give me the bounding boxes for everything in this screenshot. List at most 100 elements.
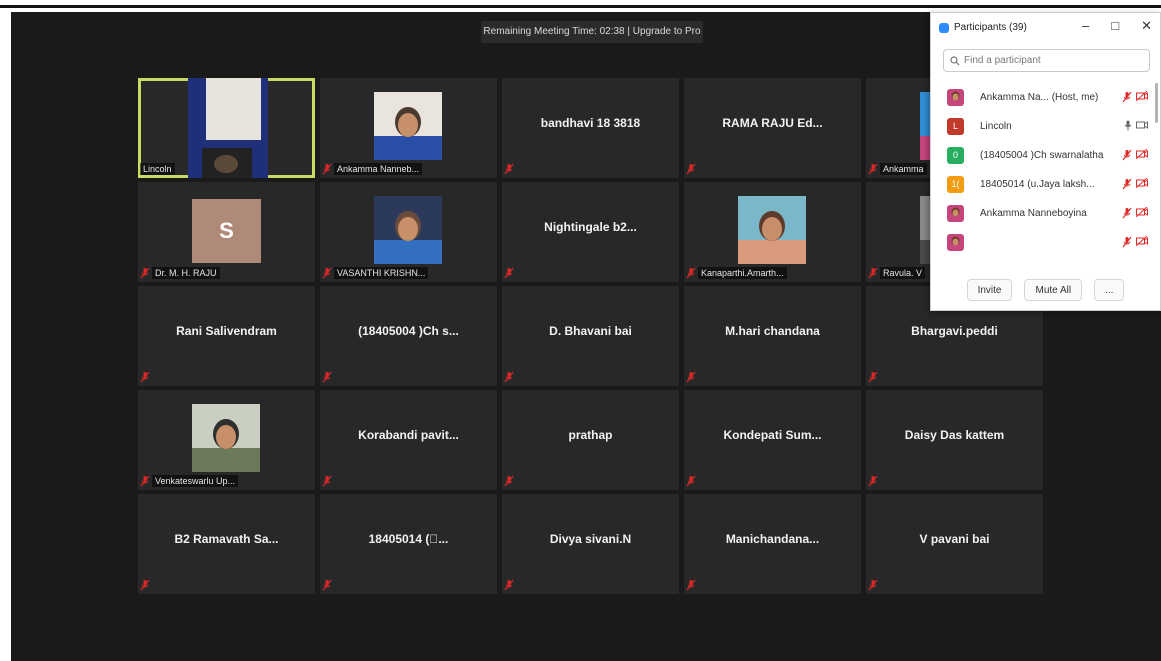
- participant-row[interactable]: L Lincoln: [931, 112, 1160, 141]
- participant-tile[interactable]: V pavani bai: [866, 494, 1043, 594]
- window-controls: – □ ✕: [1082, 18, 1152, 34]
- participant-display-name: Bhargavi.peddi: [911, 324, 998, 338]
- invite-button[interactable]: Invite: [966, 279, 1013, 301]
- participant-row[interactable]: 0 (18405004 )Ch swarnalatha: [931, 141, 1160, 170]
- participant-status-icons: [1122, 236, 1148, 248]
- tile-footer: [322, 579, 332, 591]
- video-grid: Lincoln Ankamma Nanneb... bandhavi 18 3818…: [138, 78, 1043, 598]
- zoom-logo-icon: [939, 22, 949, 33]
- participant-row[interactable]: [931, 228, 1160, 257]
- participant-tile[interactable]: Lincoln: [138, 78, 315, 178]
- participant-tile[interactable]: Rani Salivendram: [138, 286, 315, 386]
- participant-tile[interactable]: (18405004 )Ch s...: [320, 286, 497, 386]
- participant-tile[interactable]: Divya sivani.N: [502, 494, 679, 594]
- tile-footer: [322, 371, 332, 383]
- tile-footer: [686, 371, 696, 383]
- participant-display-name: Manichandana...: [725, 532, 820, 546]
- participant-label: Ravula. V: [880, 267, 926, 279]
- mic-muted-icon: [504, 163, 514, 175]
- participant-display-name: RAMA RAJU Ed...: [722, 116, 823, 130]
- mic-muted-icon: [504, 579, 514, 591]
- mic-muted-icon: [1122, 236, 1132, 248]
- participant-tile[interactable]: Nightingale b2...: [502, 182, 679, 282]
- live-video-feed: [188, 78, 268, 178]
- participant-name: Ankamma Na... (Host, me): [980, 92, 1099, 103]
- mic-muted-icon: [1122, 178, 1132, 190]
- participant-avatar: 0: [947, 147, 964, 164]
- mic-muted-icon: [686, 579, 696, 591]
- close-button[interactable]: ✕: [1141, 18, 1152, 34]
- panel-title-bar: Participants (39): [939, 22, 1027, 33]
- participant-display-name: D. Bhavani bai: [549, 324, 632, 338]
- participant-photo: [374, 196, 442, 264]
- tile-footer: Kanaparthi.Amarth...: [686, 267, 787, 279]
- mic-muted-icon: [504, 267, 514, 279]
- mic-muted-icon: [1122, 207, 1132, 219]
- mic-muted-icon: [868, 371, 878, 383]
- tile-footer: Lincoln: [140, 163, 175, 175]
- participant-avatar: S: [192, 199, 261, 263]
- participant-list: Ankamma Na... (Host, me) L Lincoln 0 (184050…: [931, 83, 1160, 263]
- search-placeholder: Find a participant: [964, 55, 1041, 66]
- participant-label: VASANTHI KRISHN...: [334, 267, 429, 279]
- participant-tile[interactable]: RAMA RAJU Ed...: [684, 78, 861, 178]
- participant-tile[interactable]: Venkateswarlu Up...: [138, 390, 315, 490]
- participant-row[interactable]: Ankamma Na... (Host, me): [931, 83, 1160, 112]
- mic-muted-icon: [686, 475, 696, 487]
- participant-photo: [192, 404, 260, 472]
- video-off-icon: [1136, 207, 1148, 217]
- video-off-icon: [1136, 236, 1148, 246]
- participant-display-name: 18405014 ( ...: [368, 532, 449, 546]
- participant-tile[interactable]: B2 Ramavath Sa...: [138, 494, 315, 594]
- tile-footer: [504, 267, 514, 279]
- participant-name: Lincoln: [980, 121, 1012, 132]
- mic-muted-icon: [868, 475, 878, 487]
- participant-row[interactable]: 1(18405014 (u.Jaya laksh...: [931, 170, 1160, 199]
- tile-footer: [504, 579, 514, 591]
- participant-avatar: [947, 234, 964, 251]
- participant-tile[interactable]: prathap: [502, 390, 679, 490]
- participant-row[interactable]: Ankamma Nanneboyina: [931, 199, 1160, 228]
- participant-tile[interactable]: S Dr. M. H. RAJU: [138, 182, 315, 282]
- tile-footer: Ankamma Nanneb...: [322, 163, 423, 175]
- participant-display-name: Divya sivani.N: [549, 532, 632, 546]
- mic-muted-icon: [322, 163, 332, 175]
- mic-muted-icon: [504, 371, 514, 383]
- participant-tile[interactable]: D. Bhavani bai: [502, 286, 679, 386]
- maximize-button[interactable]: □: [1111, 18, 1119, 34]
- participant-photo: [738, 196, 806, 264]
- mute-all-button[interactable]: Mute All: [1024, 279, 1083, 301]
- meeting-timer[interactable]: Remaining Meeting Time: 02:38 | Upgrade …: [481, 21, 703, 43]
- participant-tile[interactable]: bandhavi 18 3818: [502, 78, 679, 178]
- participant-tile[interactable]: 18405014 ( ...: [320, 494, 497, 594]
- participant-status-icons: [1124, 120, 1148, 131]
- participant-tile[interactable]: VASANTHI KRISHN...: [320, 182, 497, 282]
- participant-status-icons: [1122, 207, 1148, 219]
- participant-search-input[interactable]: Find a participant: [943, 49, 1150, 72]
- participant-tile[interactable]: Kanaparthi.Amarth...: [684, 182, 861, 282]
- search-icon: [950, 55, 960, 65]
- participant-label: Kanaparthi.Amarth...: [698, 267, 787, 279]
- tile-footer: [504, 371, 514, 383]
- minimize-button[interactable]: –: [1082, 18, 1089, 34]
- participant-tile[interactable]: Kondepati Sum...: [684, 390, 861, 490]
- tile-footer: [686, 163, 696, 175]
- participant-name: Ankamma Nanneboyina: [980, 208, 1087, 219]
- mic-muted-icon: [140, 475, 150, 487]
- participant-label: Lincoln: [140, 163, 175, 175]
- top-border: [0, 5, 1161, 8]
- participant-display-name: (18405004 )Ch s...: [358, 324, 459, 338]
- mic-muted-icon: [868, 163, 878, 175]
- participant-tile[interactable]: Ankamma Nanneb...: [320, 78, 497, 178]
- participant-tile[interactable]: Korabandi pavit...: [320, 390, 497, 490]
- video-off-icon: [1136, 91, 1148, 101]
- participant-tile[interactable]: M.hari chandana: [684, 286, 861, 386]
- participant-tile[interactable]: Daisy Das kattem: [866, 390, 1043, 490]
- participant-display-name: V pavani bai: [919, 532, 990, 546]
- mic-muted-icon: [686, 163, 696, 175]
- participant-tile[interactable]: Manichandana...: [684, 494, 861, 594]
- mic-muted-icon: [686, 267, 696, 279]
- more-button[interactable]: ...: [1094, 279, 1125, 301]
- participant-name: 18405014 (u.Jaya laksh...: [980, 179, 1095, 190]
- mic-muted-icon: [868, 267, 878, 279]
